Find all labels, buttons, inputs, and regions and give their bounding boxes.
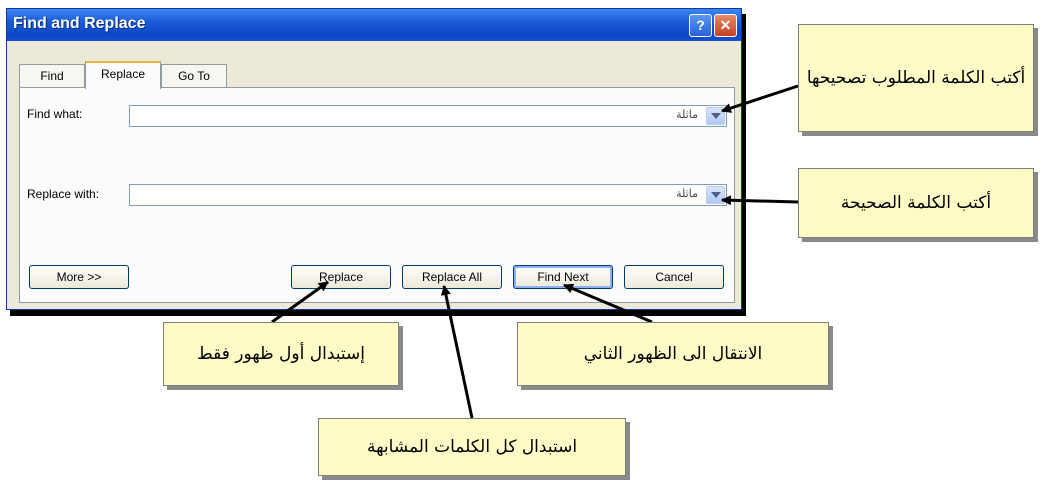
callout-correct-word: أكتب الكلمة الصحيحة bbox=[798, 168, 1034, 238]
arrow-correct-word bbox=[721, 195, 799, 206]
callout-find-next: الانتقال الى الظهور الثاني bbox=[517, 322, 829, 386]
arrow-find-next bbox=[563, 283, 653, 324]
arrow-replace-all bbox=[440, 285, 474, 419]
callout-find-word: أكتب الكلمة المطلوب تصحيحها bbox=[798, 24, 1034, 132]
arrow-find-word bbox=[721, 84, 799, 113]
callout-replace-all: استبدال كل الكلمات المشابهة bbox=[318, 418, 626, 476]
callout-replace-first: إستبدال أول ظهور فقط bbox=[163, 322, 399, 386]
tab-replace[interactable]: Replace bbox=[85, 61, 161, 89]
arrow-replace-first bbox=[271, 280, 329, 324]
